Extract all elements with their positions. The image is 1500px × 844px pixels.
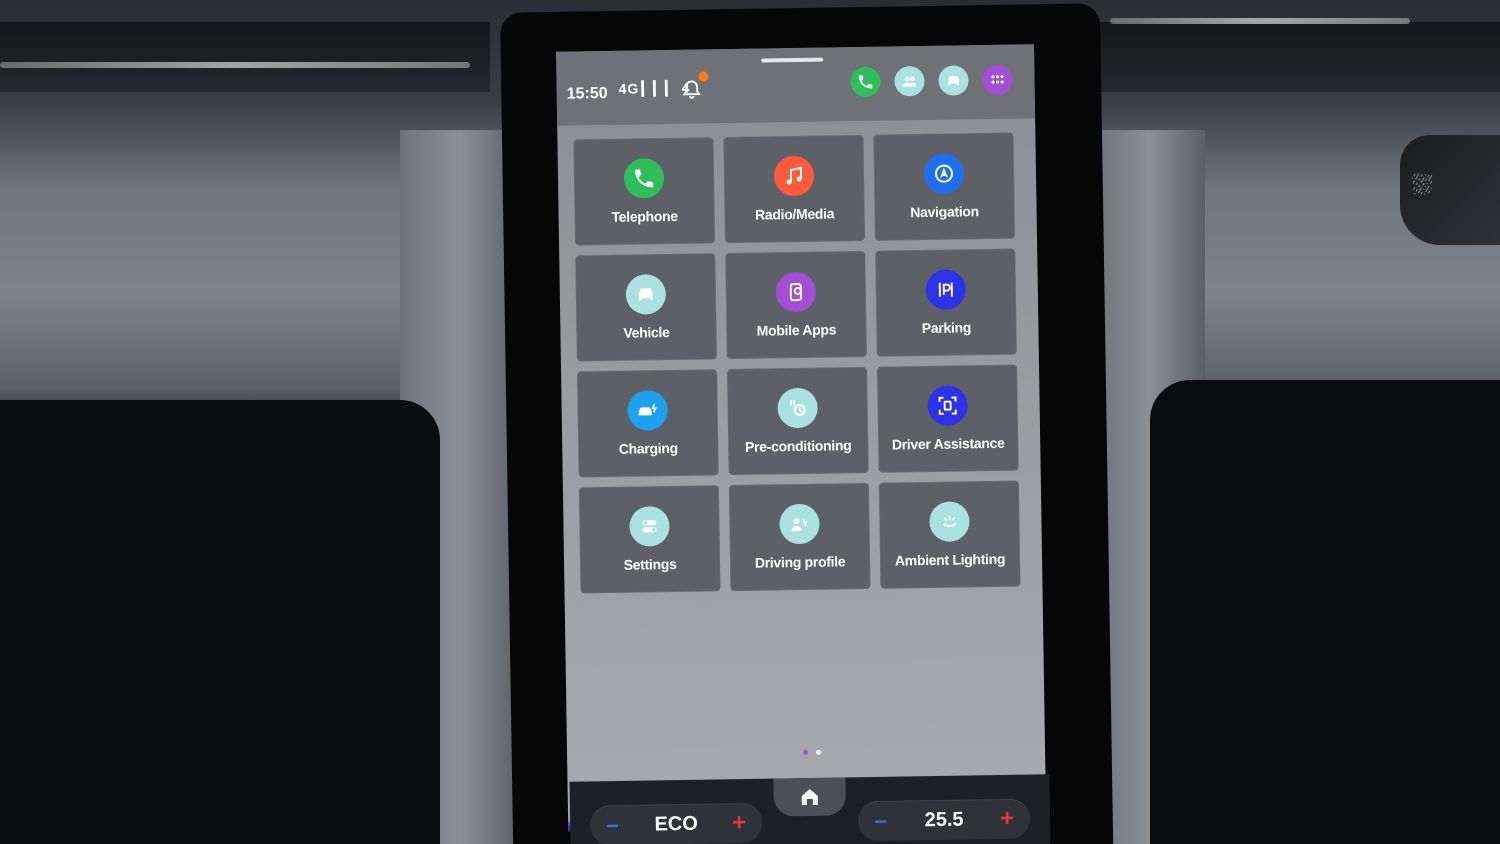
app-tile-label: Pre-conditioning [744, 437, 852, 455]
infotainment-screen: 15:50 4G ▎▎▎ 4 Telephone Radio/Media Navig… [556, 44, 1047, 832]
page-dot-1[interactable] [803, 749, 809, 755]
quick-apps-button[interactable] [982, 64, 1013, 96]
app-tile-pre-conditioning[interactable]: Pre-conditioning [727, 366, 869, 476]
people-icon [902, 76, 917, 87]
app-tile-telephone[interactable]: Telephone [573, 137, 716, 246]
phone-icon [623, 158, 665, 199]
app-tile-label: Radio/Media [754, 205, 835, 223]
driving-profile-icon [779, 503, 820, 545]
app-tile-mobile-apps[interactable]: Mobile Apps [725, 250, 867, 360]
app-tile-label: Ambient Lighting [894, 550, 1006, 569]
driver-increase-button[interactable]: + [732, 809, 746, 837]
notification-badge [698, 71, 709, 82]
wiper-icon: ⛆ [1412, 170, 1433, 200]
app-tile-parking[interactable]: Parking [875, 248, 1017, 357]
app-tile-label: Parking [921, 319, 972, 337]
clock: 15:50 [566, 84, 608, 103]
app-grid: Telephone Radio/Media Navigation Vehicle Mob… [573, 132, 1021, 594]
driver-climate-control: − ECO + [589, 802, 763, 844]
app-tile-label: Vehicle [623, 324, 670, 341]
passenger-climate-control: − 25.5 + [857, 798, 1031, 842]
right-footwell [1150, 380, 1500, 844]
app-tile-radio-media[interactable]: Radio/Media [723, 134, 866, 244]
phone-icon [858, 75, 873, 89]
app-tile-navigation[interactable]: Navigation [873, 132, 1016, 241]
car-icon [625, 274, 667, 315]
left-footwell [0, 400, 440, 844]
home-button[interactable] [773, 777, 847, 817]
car-interior-photo: ⛆ 15:50 4G ▎▎▎ 4 Telephone Radio/Media N… [0, 0, 1500, 844]
toggle-settings-icon [629, 506, 670, 547]
app-tile-driving-profile[interactable]: Driving profile [728, 482, 871, 592]
app-tile-label: Charging [618, 439, 678, 457]
app-tile-driver-assistance[interactable]: Driver Assistance [877, 364, 1019, 473]
climate-bar: − ECO + − 25.5 + [569, 774, 1051, 844]
music-note-icon [773, 155, 815, 197]
right-air-vent [1100, 22, 1500, 92]
climate-timer-icon [777, 387, 818, 429]
driver-assist-icon [927, 385, 968, 426]
app-tile-vehicle[interactable]: Vehicle [575, 253, 717, 362]
app-tile-label: Settings [623, 555, 677, 573]
app-tile-label: Navigation [910, 203, 979, 221]
page-dot-2[interactable] [816, 749, 822, 755]
bell-icon[interactable] [680, 77, 702, 101]
app-tile-label: Telephone [611, 207, 678, 225]
parking-icon [925, 269, 967, 310]
passenger-increase-button[interactable]: + [1000, 805, 1014, 833]
quick-vehicle-button[interactable] [938, 65, 969, 96]
car-icon [948, 75, 959, 86]
app-tile-label: Driver Assistance [891, 434, 1005, 453]
navigation-arrow-icon [923, 153, 965, 194]
quick-phone-button[interactable] [850, 66, 881, 98]
status-bar[interactable]: 15:50 4G ▎▎▎ 4 [556, 44, 1036, 126]
app-grid-icon [991, 75, 1004, 84]
app-tile-label: Mobile Apps [756, 321, 837, 339]
app-tile-charging[interactable]: Charging [577, 369, 719, 478]
app-tile-settings[interactable]: Settings [578, 485, 721, 594]
page-indicator[interactable] [803, 749, 822, 755]
ambient-light-icon [929, 501, 970, 542]
right-vent-trim [1110, 18, 1410, 24]
left-air-vent [0, 22, 490, 92]
left-vent-trim [0, 62, 470, 68]
quick-profile-button[interactable] [894, 65, 925, 97]
app-tile-label: Driving profile [754, 553, 846, 571]
home-icon [801, 789, 818, 806]
charging-car-icon [627, 390, 668, 431]
pull-down-handle[interactable] [761, 57, 824, 63]
app-tile-ambient-lighting[interactable]: Ambient Lighting [878, 480, 1021, 589]
mobile-link-icon [775, 271, 817, 313]
